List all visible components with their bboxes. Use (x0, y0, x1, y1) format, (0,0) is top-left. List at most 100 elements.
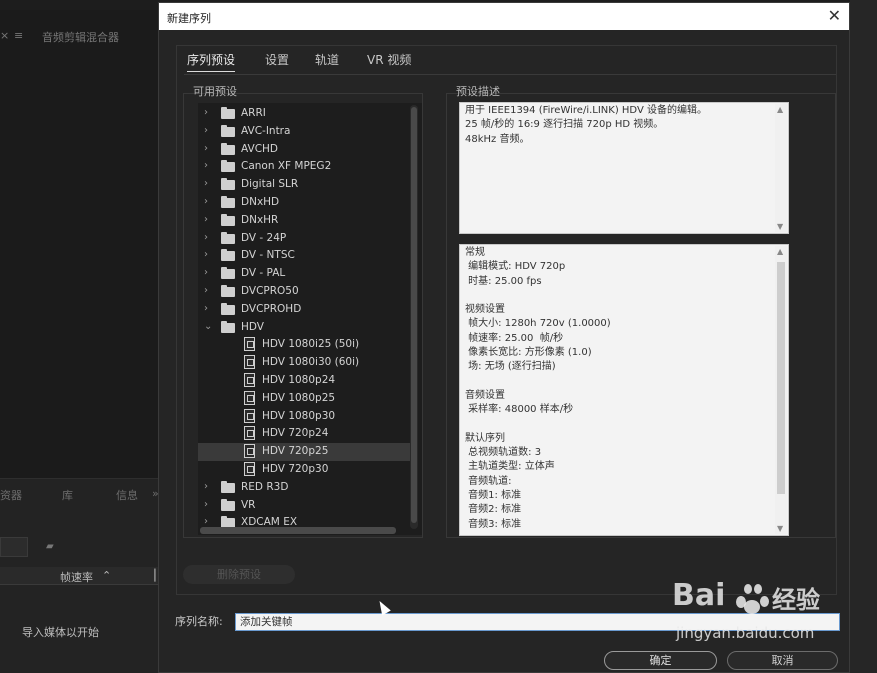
preset-folder-row[interactable]: › Canon XF MPEG2 (198, 158, 410, 176)
column-header[interactable]: 帧速率 ⌃ ⎮ (0, 567, 158, 585)
preset-item-row[interactable]: HDV 1080i25 (50i) (198, 336, 410, 354)
preset-item-row[interactable]: HDV 1080p24 (198, 372, 410, 390)
chevron-right-icon[interactable]: › (204, 232, 208, 243)
preset-folder-row[interactable]: › RED R3D (198, 479, 410, 497)
column-divider: ⎮ (152, 569, 158, 582)
panel-menu-icon[interactable]: ≡ (14, 29, 23, 42)
preset-folder-row[interactable]: › ARRI (198, 105, 410, 123)
preset-description-label: 预设描述 (456, 85, 500, 98)
preset-folder-row[interactable]: › DVCPROHD (198, 301, 410, 319)
preset-folder-label: VR (241, 498, 256, 511)
audio-clip-mixer-tab[interactable]: 音频剪辑混合器 (42, 29, 119, 45)
new-sequence-dialog: 新建序列 ✕ 序列预设 设置 轨道 VR 视频 可用预设 › XDCAM EX › V… (158, 2, 850, 673)
chevron-right-icon[interactable]: › (204, 303, 208, 314)
preset-item-row[interactable]: HDV 720p25 (198, 443, 410, 462)
chevron-right-icon[interactable]: › (204, 214, 208, 225)
preset-file-icon (244, 408, 255, 423)
dialog-titlebar[interactable]: 新建序列 ✕ (159, 3, 849, 30)
preset-item-row[interactable]: HDV 1080i30 (60i) (198, 354, 410, 372)
preset-vertical-scrollbar[interactable] (410, 105, 418, 529)
chevron-right-icon[interactable]: › (204, 481, 208, 492)
preset-folder-row[interactable]: ⌄ HDV (198, 319, 410, 337)
tab-settings[interactable]: 设置 (265, 51, 289, 68)
chevron-right-icon[interactable]: › (204, 249, 208, 260)
panel-close-icon[interactable]: × (0, 29, 9, 42)
preset-item-row[interactable]: HDV 1080p30 (198, 408, 410, 426)
frame-rate-column[interactable]: 帧速率 (60, 569, 93, 585)
close-icon[interactable]: ✕ (828, 6, 841, 25)
tab-browser[interactable]: 资器 (0, 487, 22, 503)
sequence-name-label: 序列名称: (175, 615, 223, 628)
preset-folder-label: DV - 24P (241, 231, 287, 244)
preset-folder-row[interactable]: › DNxHD (198, 194, 410, 212)
tab-vr-video[interactable]: VR 视频 (367, 51, 411, 68)
chevron-right-icon[interactable]: › (204, 285, 208, 296)
preset-item-label: HDV 1080p30 (262, 409, 336, 422)
chevron-right-icon[interactable]: › (204, 516, 208, 527)
preset-item-label: HDV 720p24 (262, 427, 329, 440)
chevron-right-icon[interactable]: › (204, 125, 208, 136)
chevron-right-icon[interactable]: › (204, 267, 208, 278)
folder-icon (221, 498, 235, 511)
preset-horizontal-scrollbar[interactable] (200, 527, 396, 534)
preset-file-icon (244, 390, 255, 405)
description-scrollbar[interactable]: ▲ ▼ (775, 104, 787, 232)
preset-item-label: HDV 1080p25 (262, 391, 336, 404)
folder-icon (221, 196, 235, 208)
chevron-right-icon[interactable]: › (204, 499, 208, 510)
tab-libraries[interactable]: 库 (62, 487, 73, 503)
chevron-right-icon[interactable]: › (204, 160, 208, 171)
sort-ascending-icon[interactable]: ⌃ (102, 569, 111, 582)
preset-folder-row[interactable]: › AVC-Intra (198, 123, 410, 141)
preset-item-row[interactable]: HDV 1080p25 (198, 390, 410, 408)
scroll-thumb[interactable] (411, 107, 417, 523)
chevron-right-icon[interactable]: › (204, 143, 208, 154)
folder-icon (221, 231, 235, 244)
details-scrollbar[interactable]: ▲ ▼ (775, 246, 787, 534)
preset-file-icon (244, 373, 255, 387)
folder-icon (221, 107, 235, 119)
folder-icon (221, 249, 235, 262)
preset-item-label: HDV 1080p24 (262, 374, 336, 386)
preset-folder-label: ARRI (241, 107, 266, 119)
preset-folder-row[interactable]: › Digital SLR (198, 176, 410, 194)
scroll-down-icon[interactable]: ▼ (777, 524, 783, 533)
preset-tree[interactable]: › XDCAM EX › VR › RED R3D HDV 720p30 HDV 720p25… (198, 103, 422, 535)
preset-folder-label: Digital SLR (241, 178, 299, 191)
folder-icon (221, 320, 235, 333)
tab-tracks[interactable]: 轨道 (315, 51, 339, 68)
scroll-up-icon[interactable]: ▲ (777, 247, 783, 256)
folder-icon (221, 480, 235, 493)
folder-icon (221, 124, 235, 137)
scroll-down-icon[interactable]: ▼ (777, 222, 783, 231)
preset-details-text: 常规 编辑模式: HDV 720p 时基: 25.00 fps 视频设置 帧大小… (465, 247, 611, 530)
preset-folder-row[interactable]: › DNxHR (198, 212, 410, 230)
tab-underline-divider (184, 74, 836, 75)
preset-item-row[interactable]: HDV 720p24 (198, 425, 410, 443)
preset-item-row[interactable]: HDV 720p30 (198, 461, 410, 479)
tab-info[interactable]: 信息 (116, 487, 138, 503)
preset-description-text: 用于 IEEE1394 (FireWire/i.LINK) HDV 设备的编辑。… (465, 105, 707, 145)
preset-folder-row[interactable]: › AVCHD (198, 141, 410, 159)
preset-file-icon (244, 355, 255, 370)
dialog-title: 新建序列 (167, 12, 211, 25)
preset-folder-row[interactable]: › VR (198, 497, 410, 515)
scroll-up-icon[interactable]: ▲ (777, 105, 783, 114)
chevron-down-icon[interactable]: ⌄ (204, 321, 212, 332)
preset-file-icon (244, 462, 255, 476)
tab-sequence-presets[interactable]: 序列预设 (187, 51, 236, 72)
chevron-right-icon[interactable]: › (204, 178, 208, 189)
preset-folder-row[interactable]: › DV - PAL (198, 265, 410, 283)
preset-folder-row[interactable]: › DV - NTSC (198, 247, 410, 265)
background-panel-header: × ≡ 音频剪辑混合器 (0, 26, 158, 48)
project-search-input[interactable] (0, 537, 28, 557)
preset-folder-row[interactable]: › DVCPRO50 (198, 283, 410, 301)
preset-folder-label: DNxHR (241, 213, 279, 226)
scroll-thumb[interactable] (777, 262, 785, 494)
new-bin-icon[interactable]: ▰ (46, 541, 54, 552)
chevron-right-icon[interactable]: › (204, 196, 208, 207)
preset-item-label: HDV 720p25 (262, 445, 329, 458)
preset-folder-row[interactable]: › DV - 24P (198, 230, 410, 248)
delete-preset-button[interactable]: 删除预设 (183, 565, 295, 584)
chevron-right-icon[interactable]: › (204, 107, 208, 118)
